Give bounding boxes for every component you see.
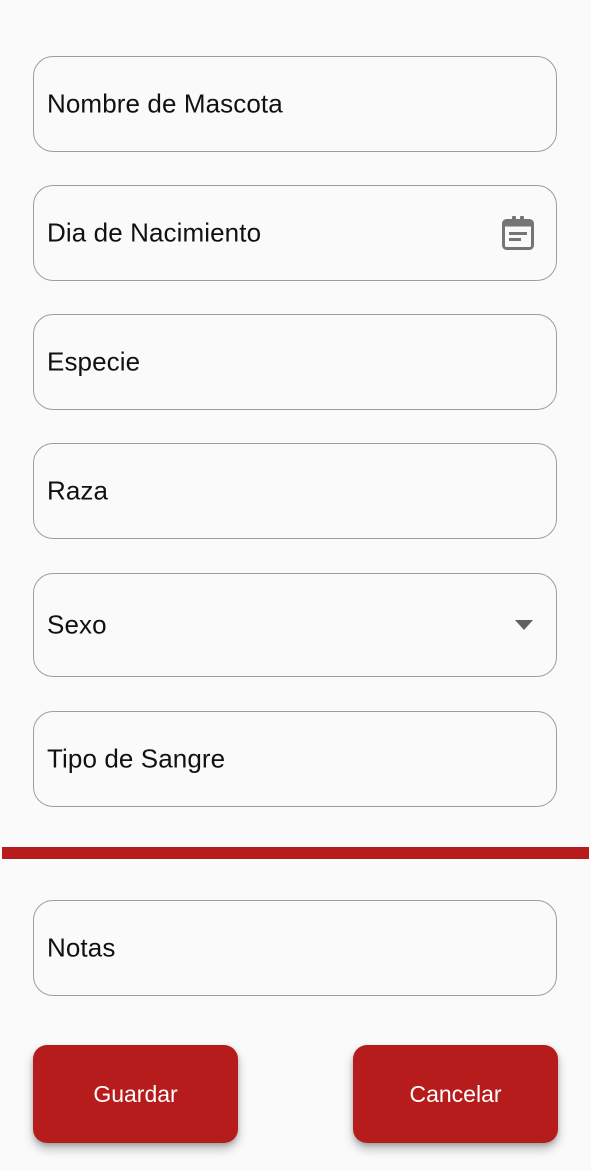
birth-date-field[interactable]: Dia de Nacimiento <box>33 185 557 281</box>
dropdown-arrow-icon[interactable] <box>514 619 534 631</box>
pet-name-label: Nombre de Mascota <box>47 88 283 119</box>
notes-label: Notas <box>47 932 116 963</box>
sex-label: Sexo <box>47 609 107 640</box>
birth-date-label: Dia de Nacimiento <box>47 217 262 248</box>
species-label: Especie <box>47 346 141 377</box>
pet-name-field[interactable]: Nombre de Mascota <box>33 56 557 152</box>
species-field[interactable]: Especie <box>33 314 557 410</box>
notes-field[interactable]: Notas <box>33 900 557 996</box>
breed-field[interactable]: Raza <box>33 443 557 539</box>
cancel-button[interactable]: Cancelar <box>353 1045 558 1143</box>
blood-type-field[interactable]: Tipo de Sangre <box>33 711 557 807</box>
calendar-icon[interactable] <box>502 215 534 251</box>
section-divider <box>2 847 589 859</box>
save-button[interactable]: Guardar <box>33 1045 238 1143</box>
breed-label: Raza <box>47 475 109 506</box>
sex-select[interactable]: Sexo <box>33 573 557 677</box>
blood-type-label: Tipo de Sangre <box>47 743 226 774</box>
